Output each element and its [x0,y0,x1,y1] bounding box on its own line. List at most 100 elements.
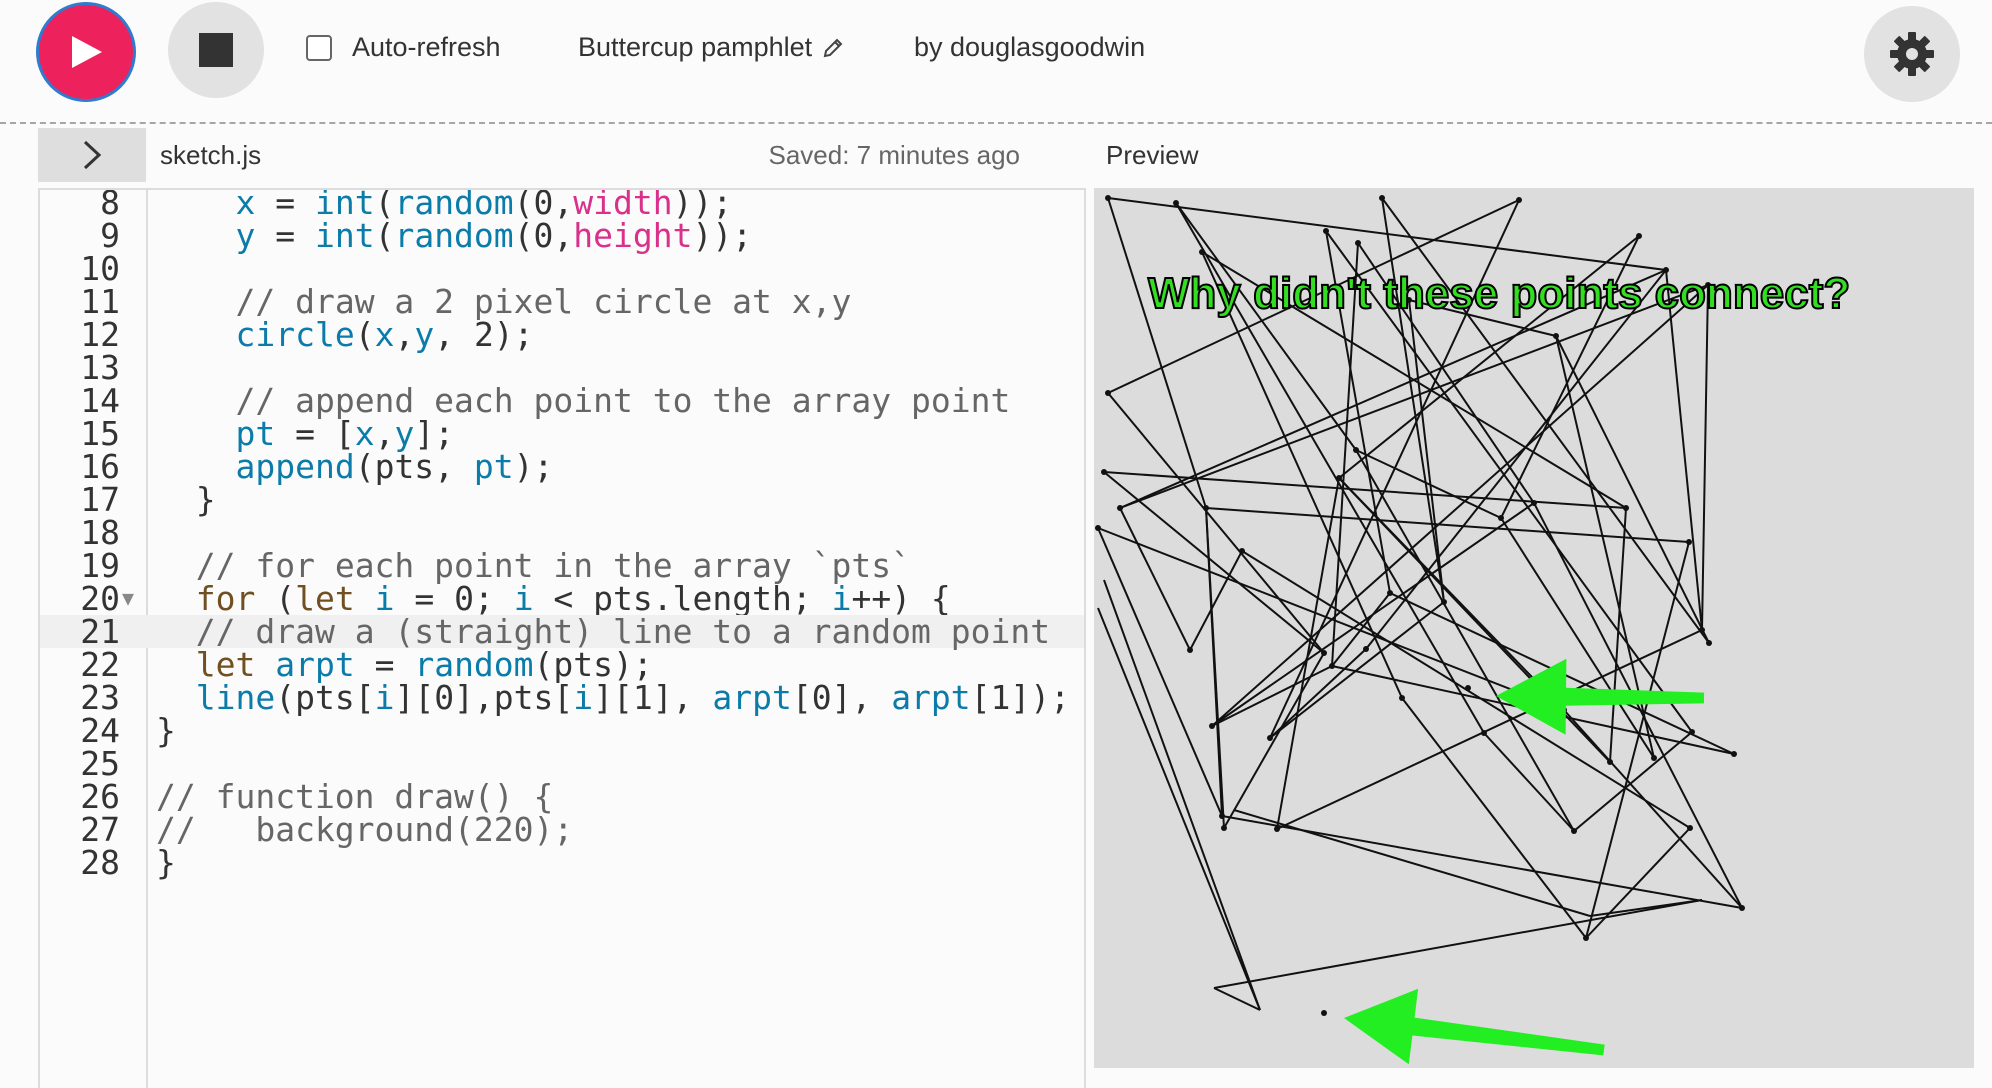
sketch-line [1701,284,1709,631]
code-text: circle(x,y, 2); [235,315,534,354]
sketch-point [1553,333,1559,339]
sketch-point [1117,505,1123,511]
pencil-icon[interactable] [822,37,844,59]
code-line[interactable]: 28} [40,843,1084,882]
sketch-point [1689,729,1695,735]
code-line[interactable]: 17 } [40,480,1084,519]
code-text: let arpt = random(pts); [195,645,653,684]
sketch-line [1205,507,1225,829]
code-line[interactable]: 19 // for each point in the array `pts` [40,546,1084,585]
line-number: 20 [80,579,120,618]
sketch-line [1103,471,1627,509]
sketch-line [1233,809,1591,917]
code-text: x = int(random(0,width)); [235,188,733,222]
line-number: 26 [80,777,120,816]
line-number: 10 [80,249,120,288]
auto-refresh-checkbox[interactable] [306,34,332,61]
settings-button[interactable] [1864,6,1960,102]
sketch-line [1500,517,1655,759]
stop-icon [199,33,233,67]
sketch-point [1199,249,1205,255]
sketch-line [1175,202,1357,451]
sketch-line [1563,709,1743,909]
code-text: } [156,843,176,882]
line-number: 17 [80,480,120,519]
sketch-line [1665,269,1703,631]
code-line[interactable]: 15 pt = [x,y]; [40,417,1084,450]
sketch-point [1687,825,1693,831]
code-text: // draw a (straight) line to a random po… [195,612,1051,651]
project-name-text: Buttercup pamphlet [578,32,813,62]
sketch-point [1355,240,1361,246]
fold-arrow-icon[interactable]: ▼ [122,582,134,615]
sketch-line [1189,550,1243,651]
play-icon [72,36,102,68]
unconnected-point [1321,1010,1327,1016]
code-line[interactable]: 20 ▼ for (let i = 0; i < pts.length; i++)… [40,579,1084,618]
code-line[interactable]: 14 // append each point to the array poi… [40,381,1084,420]
sketch-line [1338,477,1611,763]
file-name: sketch.js [160,140,262,170]
code-line[interactable]: 16 append(pts, pt); [40,447,1084,486]
code-line[interactable]: 24} [40,714,1084,747]
sketch-line [1119,507,1191,651]
sketch-point [1274,826,1280,832]
preview-canvas[interactable]: Why didn't these points connect? [1094,188,1974,1068]
line-number: 14 [80,381,120,420]
code-text: append(pts, pt); [235,447,554,486]
sketch-line [1589,899,1703,917]
code-line[interactable]: 13 [40,348,1084,387]
code-text: // for each point in the array `pts` [195,546,911,585]
code-line[interactable]: 12 circle(x,y, 2); [40,315,1084,354]
project-name[interactable]: Buttercup pamphlet [578,32,844,63]
code-text: y = int(random(0,height)); [235,216,753,255]
code-line[interactable]: 18 [40,516,1084,549]
editor-header: sketch.js Saved: 7 minutes ago [0,126,1092,186]
code-text: line(pts[i][0],pts[i][1], arpt[0], arpt[… [195,678,1071,717]
sketch-line [1107,392,1325,654]
code-line[interactable]: 9 y = int(random(0,height)); [40,216,1084,255]
play-button[interactable] [36,2,136,102]
author-link[interactable]: by douglasgoodwin [914,32,1145,63]
code-line[interactable]: 27 // background(220); [40,810,1084,849]
code-line[interactable]: 25 [40,747,1084,780]
line-number: 13 [80,348,120,387]
sketch-point [1329,663,1335,669]
sketch-point [1699,627,1705,633]
code-text: // append each point to the array point [235,381,1011,420]
sketch-point [1267,735,1273,741]
code-line[interactable]: 23 line(pts[i][0],pts[i][1], arpt[0], ar… [40,678,1084,717]
sketch-line [1555,335,1710,644]
auto-refresh-toggle[interactable]: Auto-refresh [306,32,501,63]
sidebar-toggle-button[interactable] [38,128,146,182]
line-number: 23 [80,678,120,717]
sketch-line [1119,284,1709,509]
sketch-point [1379,195,1385,201]
code-editor[interactable]: 8 x = int(random(0,width)); 9 y = int(ran… [38,188,1086,1088]
sketch-point [1623,505,1629,511]
code-line[interactable]: 11 // draw a 2 pixel circle at x,y [40,282,1084,321]
code-line[interactable]: 21 // draw a (straight) line to a random… [40,612,1084,651]
gear-icon [1890,32,1934,76]
sketch-line [1097,527,1223,817]
sketch-point [1636,233,1642,239]
sketch-point [1173,200,1179,206]
sketch-line [1103,471,1325,654]
stop-button[interactable] [168,2,264,98]
code-line[interactable]: 8 x = int(random(0,width)); [40,188,1084,222]
code-line[interactable]: 22 let arpt = random(pts); [40,645,1084,684]
auto-refresh-label: Auto-refresh [352,32,501,62]
line-number: 11 [80,282,120,321]
line-number: 27 [80,810,120,849]
line-number: 16 [80,447,120,486]
sketch-line [1213,899,1703,989]
code-line[interactable]: 26 // function draw() { [40,777,1084,816]
line-number: 22 [80,645,120,684]
sketch-point [1387,590,1393,596]
sketch-point [1101,469,1107,475]
sketch-point [1651,755,1657,761]
code-line[interactable]: 10 [40,249,1084,288]
sketch-line [1381,197,1710,644]
code-text: for (let i = 0; i < pts.length; i++) { [195,579,951,618]
sketch-line [1103,579,1261,1011]
